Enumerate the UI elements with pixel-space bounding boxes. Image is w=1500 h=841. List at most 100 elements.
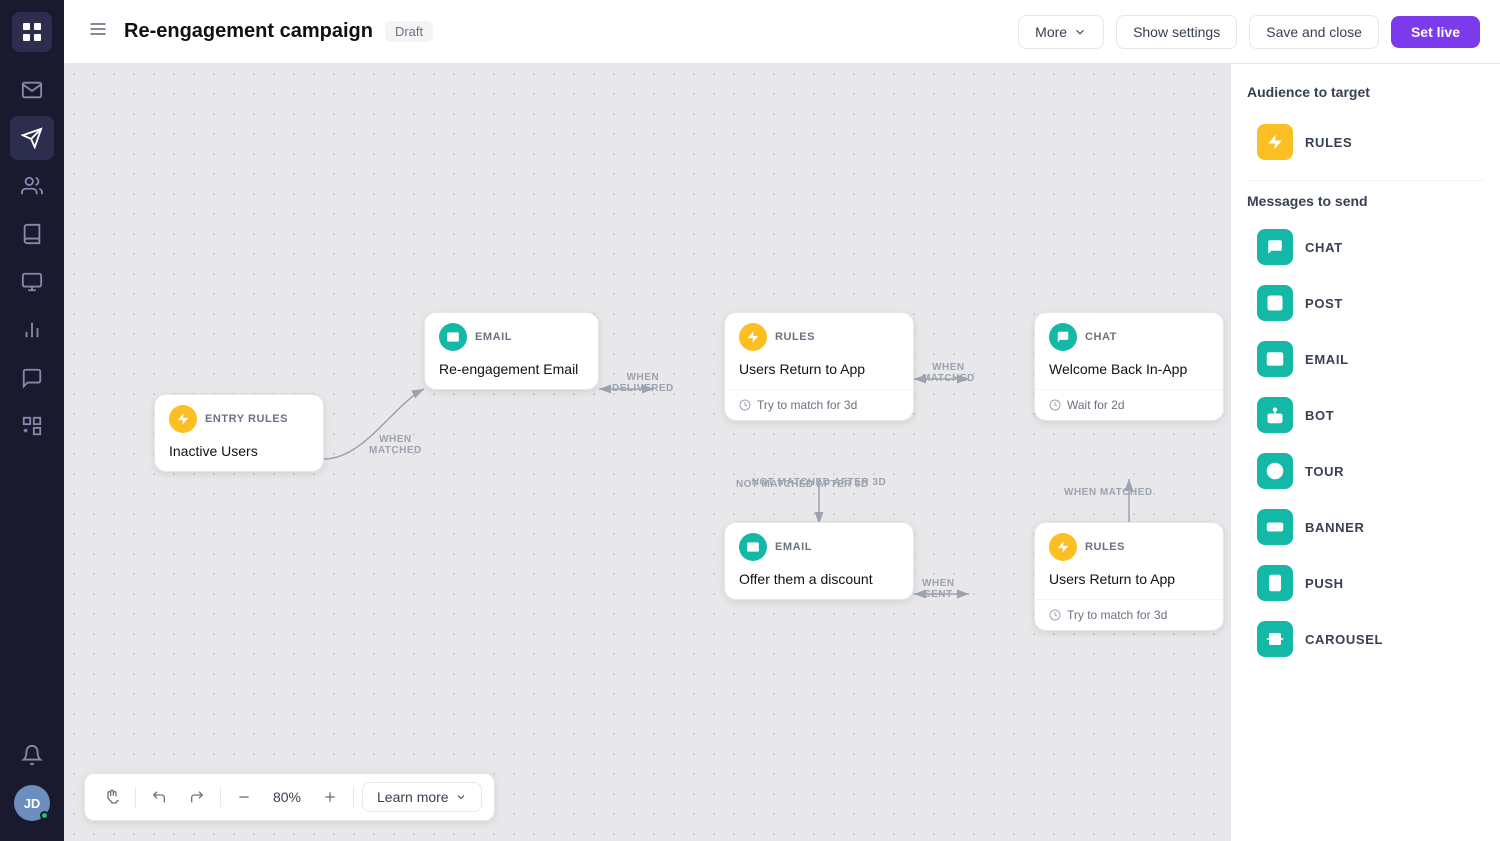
when-sent-label: WHENSENT bbox=[922, 578, 955, 600]
when-delivered-label: WHENDELIVERED bbox=[612, 372, 674, 394]
redo-button[interactable] bbox=[182, 782, 212, 812]
node-icon-email1 bbox=[439, 323, 467, 351]
toolbar-divider-3 bbox=[353, 787, 354, 807]
node-header-rules1: RULES bbox=[725, 313, 913, 357]
more-button[interactable]: More bbox=[1018, 15, 1104, 49]
node-footer-rules1: Try to match for 3d bbox=[725, 389, 913, 420]
node-type-chat: CHAT bbox=[1085, 331, 1117, 343]
node-icon-email2 bbox=[739, 533, 767, 561]
zoom-level: 80% bbox=[267, 789, 307, 805]
rules-node-2[interactable]: RULES Users Return to App Try to match f… bbox=[1034, 522, 1224, 631]
page-title: Re-engagement campaign bbox=[124, 20, 373, 43]
panel-item-post[interactable]: POST bbox=[1247, 277, 1484, 329]
panel-item-rules-audience[interactable]: RULES bbox=[1247, 116, 1484, 168]
panel-item-label-chat: CHAT bbox=[1305, 240, 1343, 255]
audience-section-title: Audience to target bbox=[1247, 84, 1484, 100]
bottom-toolbar: 80% Learn more bbox=[84, 773, 495, 821]
hand-tool-button[interactable] bbox=[97, 782, 127, 812]
node-type-email1: EMAIL bbox=[475, 331, 512, 343]
node-footer-chat: Wait for 2d bbox=[1035, 389, 1223, 420]
node-content-email1: Re-engagement Email bbox=[425, 357, 598, 389]
node-content-rules2: Users Return to App bbox=[1035, 567, 1223, 599]
panel-item-label-banner: BANNER bbox=[1305, 520, 1365, 535]
sidebar-item-add-widget[interactable] bbox=[10, 404, 54, 448]
show-settings-button[interactable]: Show settings bbox=[1116, 15, 1237, 49]
node-icon-rules1 bbox=[739, 323, 767, 351]
node-header: ENTRY RULES bbox=[155, 395, 323, 439]
right-panel: Audience to target RULES Messages to sen… bbox=[1230, 64, 1500, 841]
email-node-1[interactable]: EMAIL Re-engagement Email bbox=[424, 312, 599, 390]
panel-item-banner[interactable]: BANNER bbox=[1247, 501, 1484, 553]
panel-item-push[interactable]: PUSH bbox=[1247, 557, 1484, 609]
node-content-email2: Offer them a discount bbox=[725, 567, 913, 599]
panel-item-label-post: POST bbox=[1305, 296, 1343, 311]
node-icon-entry bbox=[169, 405, 197, 433]
panel-item-icon-carousel bbox=[1257, 621, 1293, 657]
toolbar-divider-1 bbox=[135, 787, 136, 807]
sidebar-item-campaigns[interactable] bbox=[10, 116, 54, 160]
panel-divider bbox=[1247, 180, 1484, 181]
node-type-email2: EMAIL bbox=[775, 541, 812, 553]
sidebar-item-chat-bottom[interactable] bbox=[10, 356, 54, 400]
panel-item-icon-email bbox=[1257, 341, 1293, 377]
node-header-email2: EMAIL bbox=[725, 523, 913, 567]
canvas-area: ENTRY RULES Inactive Users WHENMATCHED E… bbox=[64, 64, 1500, 841]
undo-button[interactable] bbox=[144, 782, 174, 812]
zoom-in-button[interactable] bbox=[315, 782, 345, 812]
sidebar-item-notifications[interactable] bbox=[10, 733, 54, 777]
sidebar-item-contacts[interactable] bbox=[10, 164, 54, 208]
sidebar-item-inbox[interactable] bbox=[10, 68, 54, 112]
node-header-chat: CHAT bbox=[1035, 313, 1223, 357]
panel-item-icon-push bbox=[1257, 565, 1293, 601]
panel-item-label-email: EMAIL bbox=[1305, 352, 1349, 367]
node-content-rules1: Users Return to App bbox=[725, 357, 913, 389]
zoom-out-button[interactable] bbox=[229, 782, 259, 812]
node-type-entry: ENTRY RULES bbox=[205, 413, 288, 425]
node-header-rules2: RULES bbox=[1035, 523, 1223, 567]
save-close-button[interactable]: Save and close bbox=[1249, 15, 1379, 49]
learn-more-button[interactable]: Learn more bbox=[362, 782, 482, 812]
node-footer-rules2: Try to match for 3d bbox=[1035, 599, 1223, 630]
node-type-rules1: RULES bbox=[775, 331, 815, 343]
chat-node[interactable]: CHAT Welcome Back In-App Wait for 2d bbox=[1034, 312, 1224, 421]
panel-item-bot[interactable]: BOT bbox=[1247, 389, 1484, 441]
node-content-entry: Inactive Users bbox=[155, 439, 323, 471]
toolbar-divider-2 bbox=[220, 787, 221, 807]
panel-item-icon-bot bbox=[1257, 397, 1293, 433]
panel-item-icon-chat bbox=[1257, 229, 1293, 265]
sidebar-item-knowledge[interactable] bbox=[10, 212, 54, 256]
sidebar-item-reports[interactable] bbox=[10, 308, 54, 352]
when-matched-label-2: WHENMATCHED bbox=[922, 362, 975, 384]
sidebar: JD bbox=[0, 0, 64, 841]
email-node-2[interactable]: EMAIL Offer them a discount bbox=[724, 522, 914, 600]
rules-node-1[interactable]: RULES Users Return to App Try to match f… bbox=[724, 312, 914, 421]
node-content-chat: Welcome Back In-App bbox=[1035, 357, 1223, 389]
app-logo[interactable] bbox=[12, 12, 52, 52]
panel-item-chat[interactable]: CHAT bbox=[1247, 221, 1484, 273]
node-icon-chat bbox=[1049, 323, 1077, 351]
panel-item-tour[interactable]: TOUR bbox=[1247, 445, 1484, 497]
panel-item-label-carousel: CAROUSEL bbox=[1305, 632, 1383, 647]
sidebar-item-messages[interactable] bbox=[10, 260, 54, 304]
entry-rules-node[interactable]: ENTRY RULES Inactive Users bbox=[154, 394, 324, 472]
panel-item-icon-banner bbox=[1257, 509, 1293, 545]
panel-item-label-bot: BOT bbox=[1305, 408, 1334, 423]
panel-item-email[interactable]: EMAIL bbox=[1247, 333, 1484, 385]
panel-item-icon-tour bbox=[1257, 453, 1293, 489]
panel-item-carousel[interactable]: CAROUSEL bbox=[1247, 613, 1484, 665]
panel-item-label-tour: TOUR bbox=[1305, 464, 1344, 479]
node-icon-rules2 bbox=[1049, 533, 1077, 561]
status-badge: Draft bbox=[385, 21, 433, 42]
when-matched-label-3: WHEN MATCHED bbox=[1064, 487, 1153, 498]
panel-item-icon-post bbox=[1257, 285, 1293, 321]
node-header-email1: EMAIL bbox=[425, 313, 598, 357]
set-live-button[interactable]: Set live bbox=[1391, 16, 1480, 48]
user-avatar[interactable]: JD bbox=[14, 785, 50, 821]
not-matched-3d-label: NOT MATCHED AFTER 3D bbox=[736, 479, 868, 490]
panel-item-icon-rules-audience bbox=[1257, 124, 1293, 160]
sidebar-bottom: JD bbox=[10, 733, 54, 829]
messages-section-title: Messages to send bbox=[1247, 193, 1484, 209]
node-type-rules2: RULES bbox=[1085, 541, 1125, 553]
menu-icon[interactable] bbox=[84, 15, 112, 48]
flow-canvas[interactable]: ENTRY RULES Inactive Users WHENMATCHED E… bbox=[64, 64, 1230, 841]
